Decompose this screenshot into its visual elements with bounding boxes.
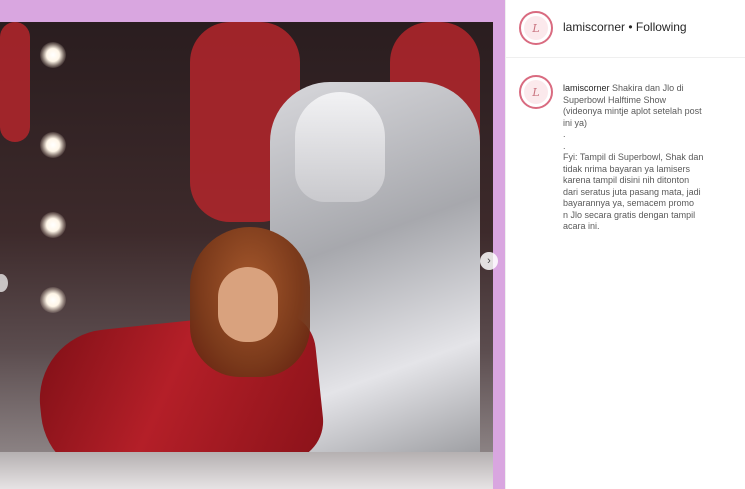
caption-username[interactable]: lamiscorner (563, 83, 610, 93)
post-side-panel: L lamiscorner • Following L lamiscorner … (505, 0, 745, 489)
performer-headwrap (295, 92, 385, 202)
stage-floor (0, 452, 493, 489)
following-button[interactable]: Following (636, 20, 687, 34)
avatar[interactable]: L (519, 75, 553, 109)
header-text: lamiscorner • Following (563, 20, 687, 34)
pink-frame-right (493, 0, 505, 489)
separator-dot: • (628, 20, 633, 34)
carousel-prev-button[interactable] (0, 274, 8, 292)
avatar-logo-icon: L (524, 80, 548, 104)
caption-body: Shakira dan Jlo di Superbowl Halftime Sh… (563, 83, 704, 231)
performer-face (218, 267, 278, 342)
username-link[interactable]: lamiscorner (563, 20, 625, 34)
stage-lights (30, 32, 90, 332)
avatar-logo-icon: L (524, 16, 548, 40)
chevron-right-icon[interactable]: › (480, 252, 498, 270)
avatar[interactable]: L (519, 11, 553, 45)
post-media[interactable] (0, 22, 493, 489)
post-header: L lamiscorner • Following (506, 0, 745, 58)
caption-text: lamiscorner Shakira dan Jlo di Superbowl… (563, 83, 745, 233)
background-dancer (0, 22, 30, 142)
